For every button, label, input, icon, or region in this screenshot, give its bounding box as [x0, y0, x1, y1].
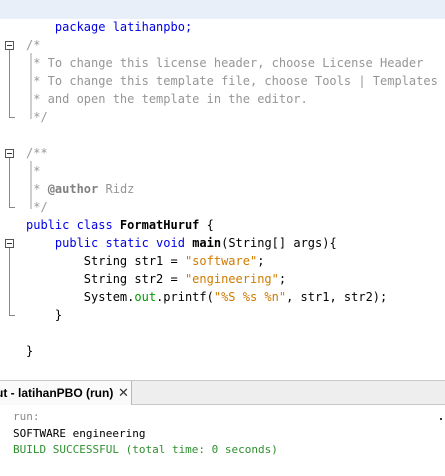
- fold-toggle-icon[interactable]: [5, 149, 14, 158]
- output-run-line: run:: [13, 410, 40, 423]
- method-close-brace: }: [26, 308, 63, 322]
- output-tab-bar: ut - latihanPBO (run) ✕: [0, 380, 445, 405]
- class-close-brace: }: [26, 344, 34, 358]
- comment-line: */: [26, 110, 48, 124]
- close-icon[interactable]: ✕: [118, 381, 129, 405]
- fold-guide-end: [9, 117, 15, 118]
- output-tab[interactable]: ut - latihanPBO (run) ✕: [0, 381, 132, 405]
- scroll-marker: [440, 418, 442, 420]
- output-build-line: BUILD SUCCESSFUL (total time: 0 seconds): [13, 443, 278, 456]
- fold-guide-end: [9, 207, 15, 208]
- javadoc-line: */: [26, 200, 48, 214]
- str1-line: String str1 = "software";: [83, 254, 265, 268]
- printf-line: System.out.printf("%S %s %n", str1, str2…: [83, 290, 388, 304]
- class-declaration: public class FormatHuruf {: [26, 218, 214, 232]
- comment-line: * To change this license header, choose …: [26, 56, 424, 70]
- fold-guide: [9, 50, 10, 117]
- javadoc-line: *: [26, 164, 41, 178]
- fold-guide-end: [9, 315, 15, 316]
- fold-guide: [9, 248, 10, 315]
- output-result-line: SOFTWARE engineering: [13, 427, 146, 440]
- str2-line: String str2 = "engineering";: [83, 272, 287, 286]
- comment-line: * To change this template file, choose T…: [26, 74, 438, 88]
- javadoc-line: /**: [26, 146, 48, 160]
- code-editor[interactable]: package latihanpbo; /* * To change this …: [0, 0, 445, 378]
- fold-toggle-icon[interactable]: [5, 239, 14, 248]
- main-method-declaration: public static void main(String[] args){: [54, 236, 337, 250]
- comment-line: * and open the template in the editor.: [26, 92, 308, 106]
- fold-toggle-icon[interactable]: [5, 41, 14, 50]
- fold-guide: [9, 158, 10, 207]
- output-console[interactable]: run: SOFTWARE engineering BUILD SUCCESSF…: [0, 405, 445, 476]
- javadoc-author-line: * @author Ridz: [26, 182, 135, 196]
- package-line: package latihanpbo;: [54, 20, 193, 34]
- comment-line: /*: [26, 38, 41, 52]
